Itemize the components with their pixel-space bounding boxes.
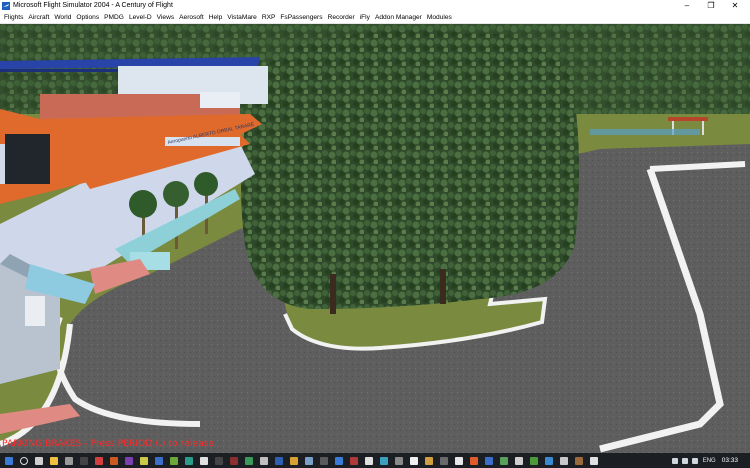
menu-item-ifly[interactable]: iFly (360, 14, 370, 21)
menu-item-options[interactable]: Options (76, 14, 99, 21)
app-icon[interactable] (587, 455, 600, 466)
menu-bar: Flights Aircraft World Options PMDG Leve… (0, 11, 750, 24)
menu-item-help[interactable]: Help (209, 14, 223, 21)
app-icon[interactable] (347, 455, 360, 466)
volume-icon[interactable] (691, 457, 698, 464)
menu-item-aircraft[interactable]: Aircraft (28, 14, 49, 21)
app-icon[interactable] (302, 455, 315, 466)
menu-item-flights[interactable]: Flights (4, 14, 23, 21)
network-icon[interactable] (681, 457, 688, 464)
flight-simulator-app-icon (2, 1, 10, 10)
app-icon[interactable] (332, 455, 345, 466)
app-icon[interactable] (272, 455, 285, 466)
menu-item-views[interactable]: Views (157, 14, 174, 21)
app-icon[interactable] (122, 455, 135, 466)
app-icon[interactable] (407, 455, 420, 466)
menu-item-recorder[interactable]: Recorder (328, 14, 355, 21)
app-icon[interactable] (317, 455, 330, 466)
menu-item-rxp[interactable]: RXP (262, 14, 276, 21)
language-indicator[interactable]: ENG (703, 458, 716, 464)
tray-expand-icon[interactable] (671, 457, 678, 464)
app-icon[interactable] (197, 455, 210, 466)
app-icon[interactable] (362, 455, 375, 466)
app-icon[interactable] (497, 455, 510, 466)
simulator-scene[interactable]: Aeropuerto ALBERTO ORBAL TARARÉ (0, 24, 750, 453)
window-title: Microsoft Flight Simulator 2004 - A Cent… (13, 2, 173, 9)
app-icon[interactable] (62, 455, 75, 466)
menu-item-addon-manager[interactable]: Addon Manager (375, 14, 422, 21)
app-icon[interactable] (77, 455, 90, 466)
close-icon[interactable]: ✕ (724, 0, 746, 11)
file-explorer-icon[interactable] (47, 455, 60, 466)
system-tray: ENG 03:33 (668, 453, 750, 468)
maximize-icon[interactable]: ❐ (700, 0, 722, 11)
app-icon[interactable] (167, 455, 180, 466)
app-icon[interactable] (92, 455, 105, 466)
task-view-icon[interactable] (32, 455, 45, 466)
app-icon[interactable] (107, 455, 120, 466)
menu-item-level-d[interactable]: Level-D (129, 14, 152, 21)
menu-item-aerosoft[interactable]: Aerosoft (179, 14, 204, 21)
windows-taskbar: ENG 03:33 (0, 453, 750, 468)
app-icon[interactable] (392, 455, 405, 466)
windows-start-icon[interactable] (2, 455, 15, 466)
scene-render: Aeropuerto ALBERTO ORBAL TARARÉ (0, 24, 750, 453)
taskbar-clock[interactable]: 03:33 (722, 457, 738, 464)
parking-brake-message: PARKING BRAKES - Press PERIOD (.) to rel… (2, 439, 218, 449)
app-icon[interactable] (572, 455, 585, 466)
app-icon[interactable] (422, 455, 435, 466)
app-icon[interactable] (377, 455, 390, 466)
search-icon[interactable] (17, 455, 30, 466)
app-icon[interactable] (527, 455, 540, 466)
menu-item-pmdg[interactable]: PMDG (104, 14, 124, 21)
app-icon[interactable] (182, 455, 195, 466)
app-icon[interactable] (227, 455, 240, 466)
app-icon[interactable] (287, 455, 300, 466)
menu-item-world[interactable]: World (54, 14, 71, 21)
app-icon[interactable] (512, 455, 525, 466)
window-titlebar: Microsoft Flight Simulator 2004 - A Cent… (0, 0, 750, 11)
app-icon[interactable] (137, 455, 150, 466)
app-icon[interactable] (212, 455, 225, 466)
app-icon[interactable] (152, 455, 165, 466)
app-icon[interactable] (557, 455, 570, 466)
menu-item-vistamare[interactable]: VistaMare (227, 14, 257, 21)
menu-item-fspassengers[interactable]: FsPassengers (280, 14, 322, 21)
app-icon[interactable] (437, 455, 450, 466)
app-icon[interactable] (542, 455, 555, 466)
app-icon[interactable] (452, 455, 465, 466)
app-icon[interactable] (257, 455, 270, 466)
app-icon[interactable] (482, 455, 495, 466)
menu-item-modules[interactable]: Modules (427, 14, 452, 21)
app-icon[interactable] (467, 455, 480, 466)
app-icon[interactable] (242, 455, 255, 466)
minimize-icon[interactable]: – (676, 0, 698, 11)
